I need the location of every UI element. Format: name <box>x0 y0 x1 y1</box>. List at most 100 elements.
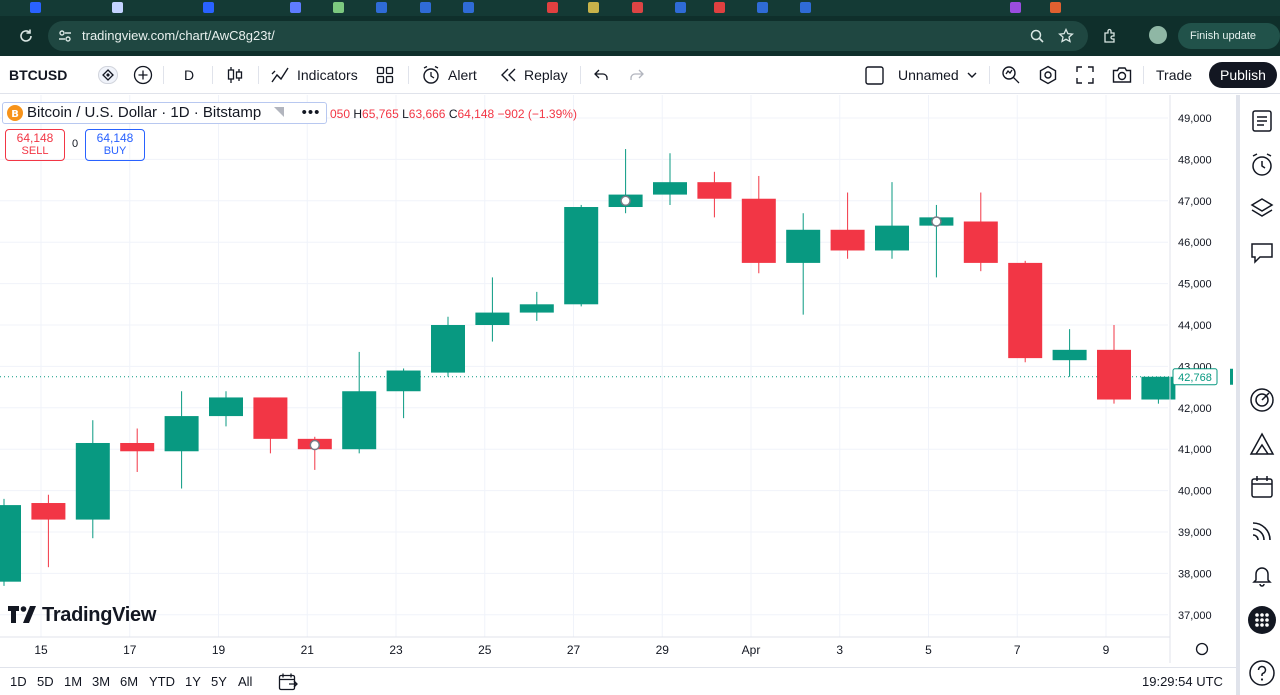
finish-update-button[interactable]: Finish update ⋮ <box>1178 23 1280 68</box>
range-6m-button[interactable]: 6M <box>120 674 138 689</box>
watchlist-icon[interactable] <box>1248 107 1276 135</box>
chat-icon[interactable] <box>1248 239 1276 267</box>
sell-button[interactable]: 64,148 SELL <box>5 129 65 161</box>
site-info-icon[interactable] <box>58 29 72 43</box>
tab-favicon[interactable] <box>420 2 431 13</box>
event-marker[interactable] <box>931 216 942 227</box>
clock-time[interactable]: 19:29:54 UTC <box>1142 674 1223 689</box>
candle[interactable] <box>786 213 821 315</box>
candle[interactable] <box>164 391 199 489</box>
candle[interactable] <box>875 182 909 259</box>
candle[interactable] <box>120 428 155 472</box>
trade-button[interactable]: Trade <box>1156 56 1192 94</box>
url-text[interactable]: tradingview.com/chart/AwC8g23t/ <box>82 28 275 43</box>
replay-button[interactable]: Replay <box>524 56 568 94</box>
symbol-search[interactable]: BTCUSD <box>9 56 67 94</box>
candle[interactable] <box>653 153 687 205</box>
range-5y-button[interactable]: 5Y <box>211 674 227 689</box>
candle[interactable] <box>75 420 110 539</box>
range-3m-button[interactable]: 3M <box>92 674 110 689</box>
tab-favicon[interactable] <box>376 2 387 13</box>
target-icon[interactable] <box>1248 386 1276 414</box>
tab-favicon[interactable] <box>547 2 558 13</box>
tab-favicon[interactable] <box>632 2 643 13</box>
candle[interactable] <box>830 192 865 259</box>
tab-favicon[interactable] <box>30 2 41 13</box>
undo-icon[interactable] <box>593 67 609 83</box>
candle[interactable] <box>475 277 510 342</box>
zoom-icon[interactable] <box>1030 29 1044 43</box>
layout-square-icon[interactable] <box>865 66 884 85</box>
more-options-icon[interactable]: ••• <box>302 104 321 121</box>
tab-favicon[interactable] <box>203 2 214 13</box>
candle[interactable] <box>564 204 599 307</box>
quick-search-icon[interactable] <box>1001 65 1021 85</box>
candle[interactable] <box>386 368 421 419</box>
interval-selector[interactable]: D <box>184 56 194 94</box>
profile-avatar[interactable] <box>1149 26 1167 44</box>
alert-button[interactable]: Alert <box>448 56 477 94</box>
publish-button[interactable]: Publish <box>1209 62 1277 88</box>
tab-favicon[interactable] <box>757 2 768 13</box>
help-icon[interactable] <box>1248 659 1276 687</box>
event-marker[interactable] <box>620 195 631 207</box>
extensions-icon[interactable] <box>1102 28 1118 44</box>
tab-favicon[interactable] <box>714 2 725 13</box>
fullscreen-icon[interactable] <box>1076 66 1094 84</box>
event-marker[interactable] <box>309 439 321 451</box>
candle[interactable] <box>31 494 66 568</box>
chart-pane[interactable]: 49,000 48,000 47,000 46,000 45,000 44,000 43,0… <box>0 95 1236 663</box>
range-1m-button[interactable]: 1M <box>64 674 82 689</box>
axis-settings-icon[interactable] <box>1195 642 1209 656</box>
candle[interactable] <box>0 498 21 586</box>
candle[interactable] <box>253 397 288 454</box>
flag-icon[interactable] <box>273 106 285 118</box>
range-ytd-button[interactable]: YTD <box>149 674 175 689</box>
range-all-button[interactable]: All <box>238 674 252 689</box>
tab-favicon[interactable] <box>463 2 474 13</box>
candle[interactable] <box>1052 329 1087 377</box>
bookmark-star-icon[interactable] <box>1058 28 1074 44</box>
tab-favicon[interactable] <box>290 2 301 13</box>
add-symbol-icon[interactable] <box>133 65 153 85</box>
candle[interactable] <box>919 204 954 278</box>
candle[interactable] <box>963 192 998 272</box>
candle[interactable] <box>431 316 465 377</box>
ideas-icon[interactable] <box>1248 430 1276 458</box>
candle[interactable] <box>342 351 377 454</box>
range-1y-button[interactable]: 1Y <box>185 674 201 689</box>
alert-clock-icon[interactable] <box>421 65 441 85</box>
candle[interactable] <box>1097 325 1131 404</box>
tab-favicon[interactable] <box>588 2 599 13</box>
layout-name[interactable]: Unnamed <box>898 56 959 94</box>
tab-favicon[interactable] <box>800 2 811 13</box>
alarm-clock-icon[interactable] <box>1248 151 1276 179</box>
bell-icon[interactable] <box>1248 561 1276 589</box>
layers-icon[interactable] <box>1248 195 1276 223</box>
candle[interactable] <box>209 391 243 427</box>
candle[interactable] <box>519 291 554 321</box>
redo-icon[interactable] <box>629 67 645 83</box>
symbol-legend[interactable]: B Bitcoin / U.S. Dollar · 1D · Bitstamp … <box>2 102 328 124</box>
tab-favicon[interactable] <box>333 2 344 13</box>
candle[interactable] <box>1008 260 1043 363</box>
reload-icon[interactable] <box>18 28 34 44</box>
replay-icon[interactable] <box>499 67 517 83</box>
indicators-button[interactable]: Indicators <box>297 56 358 94</box>
range-1d-button[interactable]: 1D <box>10 674 27 689</box>
tab-favicon[interactable] <box>1010 2 1021 13</box>
candlestick-chart[interactable]: 49,00048,00047,00046,00045,00044,00043,0… <box>0 95 1236 663</box>
tab-favicon[interactable] <box>1050 2 1061 13</box>
indicators-icon[interactable] <box>270 65 290 85</box>
chevron-down-icon[interactable] <box>967 72 977 79</box>
compare-diamond-icon[interactable] <box>98 66 118 84</box>
templates-grid-icon[interactable] <box>376 66 394 84</box>
apps-grid-icon[interactable] <box>1248 606 1276 634</box>
stream-icon[interactable] <box>1248 517 1276 545</box>
candle[interactable] <box>741 175 776 274</box>
candle[interactable] <box>697 171 732 218</box>
address-bar[interactable]: tradingview.com/chart/AwC8g23t/ <box>48 21 1088 51</box>
calendar-icon[interactable] <box>1248 473 1276 501</box>
tradingview-logo[interactable]: TradingView <box>8 604 156 627</box>
tab-favicon[interactable] <box>112 2 123 13</box>
